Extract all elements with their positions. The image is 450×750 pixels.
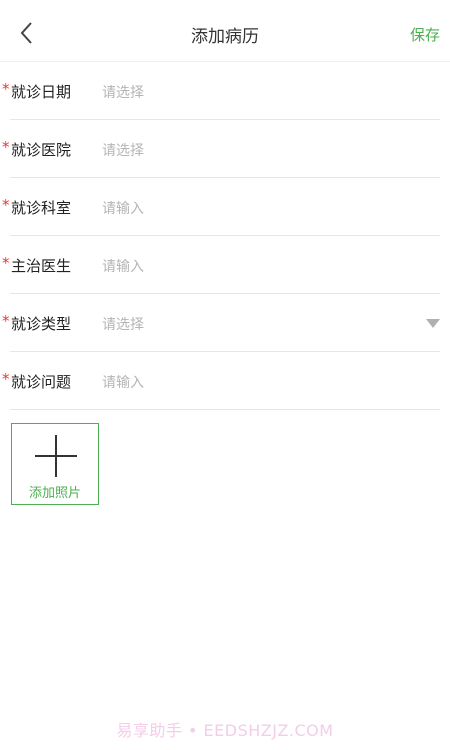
doctor-input[interactable]: 请输入 (102, 256, 144, 276)
required-mark: * (2, 370, 10, 388)
field-hospital[interactable]: * 就诊医院 请选择 (2, 120, 440, 178)
field-label: 主治医生 (11, 257, 72, 275)
visit-date-select[interactable]: 请选择 (102, 82, 144, 102)
visit-type-select[interactable]: 请选择 (102, 314, 144, 334)
required-mark: * (2, 80, 10, 98)
required-mark: * (2, 312, 10, 330)
department-input[interactable]: 请输入 (102, 198, 144, 218)
field-label: 就诊医院 (11, 141, 72, 159)
field-visit-date[interactable]: * 就诊日期 请选择 (2, 62, 440, 120)
plus-icon (35, 435, 77, 477)
field-label: 就诊日期 (11, 83, 72, 101)
add-photo-label: 添加照片 (28, 486, 81, 501)
save-button[interactable]: 保存 (410, 24, 440, 45)
field-department[interactable]: * 就诊科室 请输入 (2, 178, 440, 236)
app-header: 添加病历 保存 (0, 0, 450, 62)
visit-issue-input[interactable]: 请输入 (102, 372, 144, 392)
caret-down-icon[interactable] (426, 319, 440, 328)
field-label: 就诊问题 (11, 373, 72, 391)
field-visit-type[interactable]: * 就诊类型 请选择 (2, 294, 440, 352)
field-doctor[interactable]: * 主治医生 请输入 (2, 236, 440, 294)
required-mark: * (2, 196, 10, 214)
hospital-select[interactable]: 请选择 (102, 140, 144, 160)
field-label: 就诊类型 (11, 315, 72, 333)
required-mark: * (2, 254, 10, 272)
add-photo-button[interactable]: 添加照片 (11, 423, 99, 505)
page-title: 添加病历 (191, 27, 259, 47)
medical-record-form: * 就诊日期 请选择 * 就诊医院 请选择 * 就诊科室 请输入 * 主治医生 … (0, 62, 450, 410)
field-label: 就诊科室 (11, 199, 72, 217)
field-visit-issue[interactable]: * 就诊问题 请输入 (2, 352, 440, 410)
watermark: 易享助手 • EEDSHZJZ.COM (116, 721, 334, 740)
required-mark: * (2, 138, 10, 156)
